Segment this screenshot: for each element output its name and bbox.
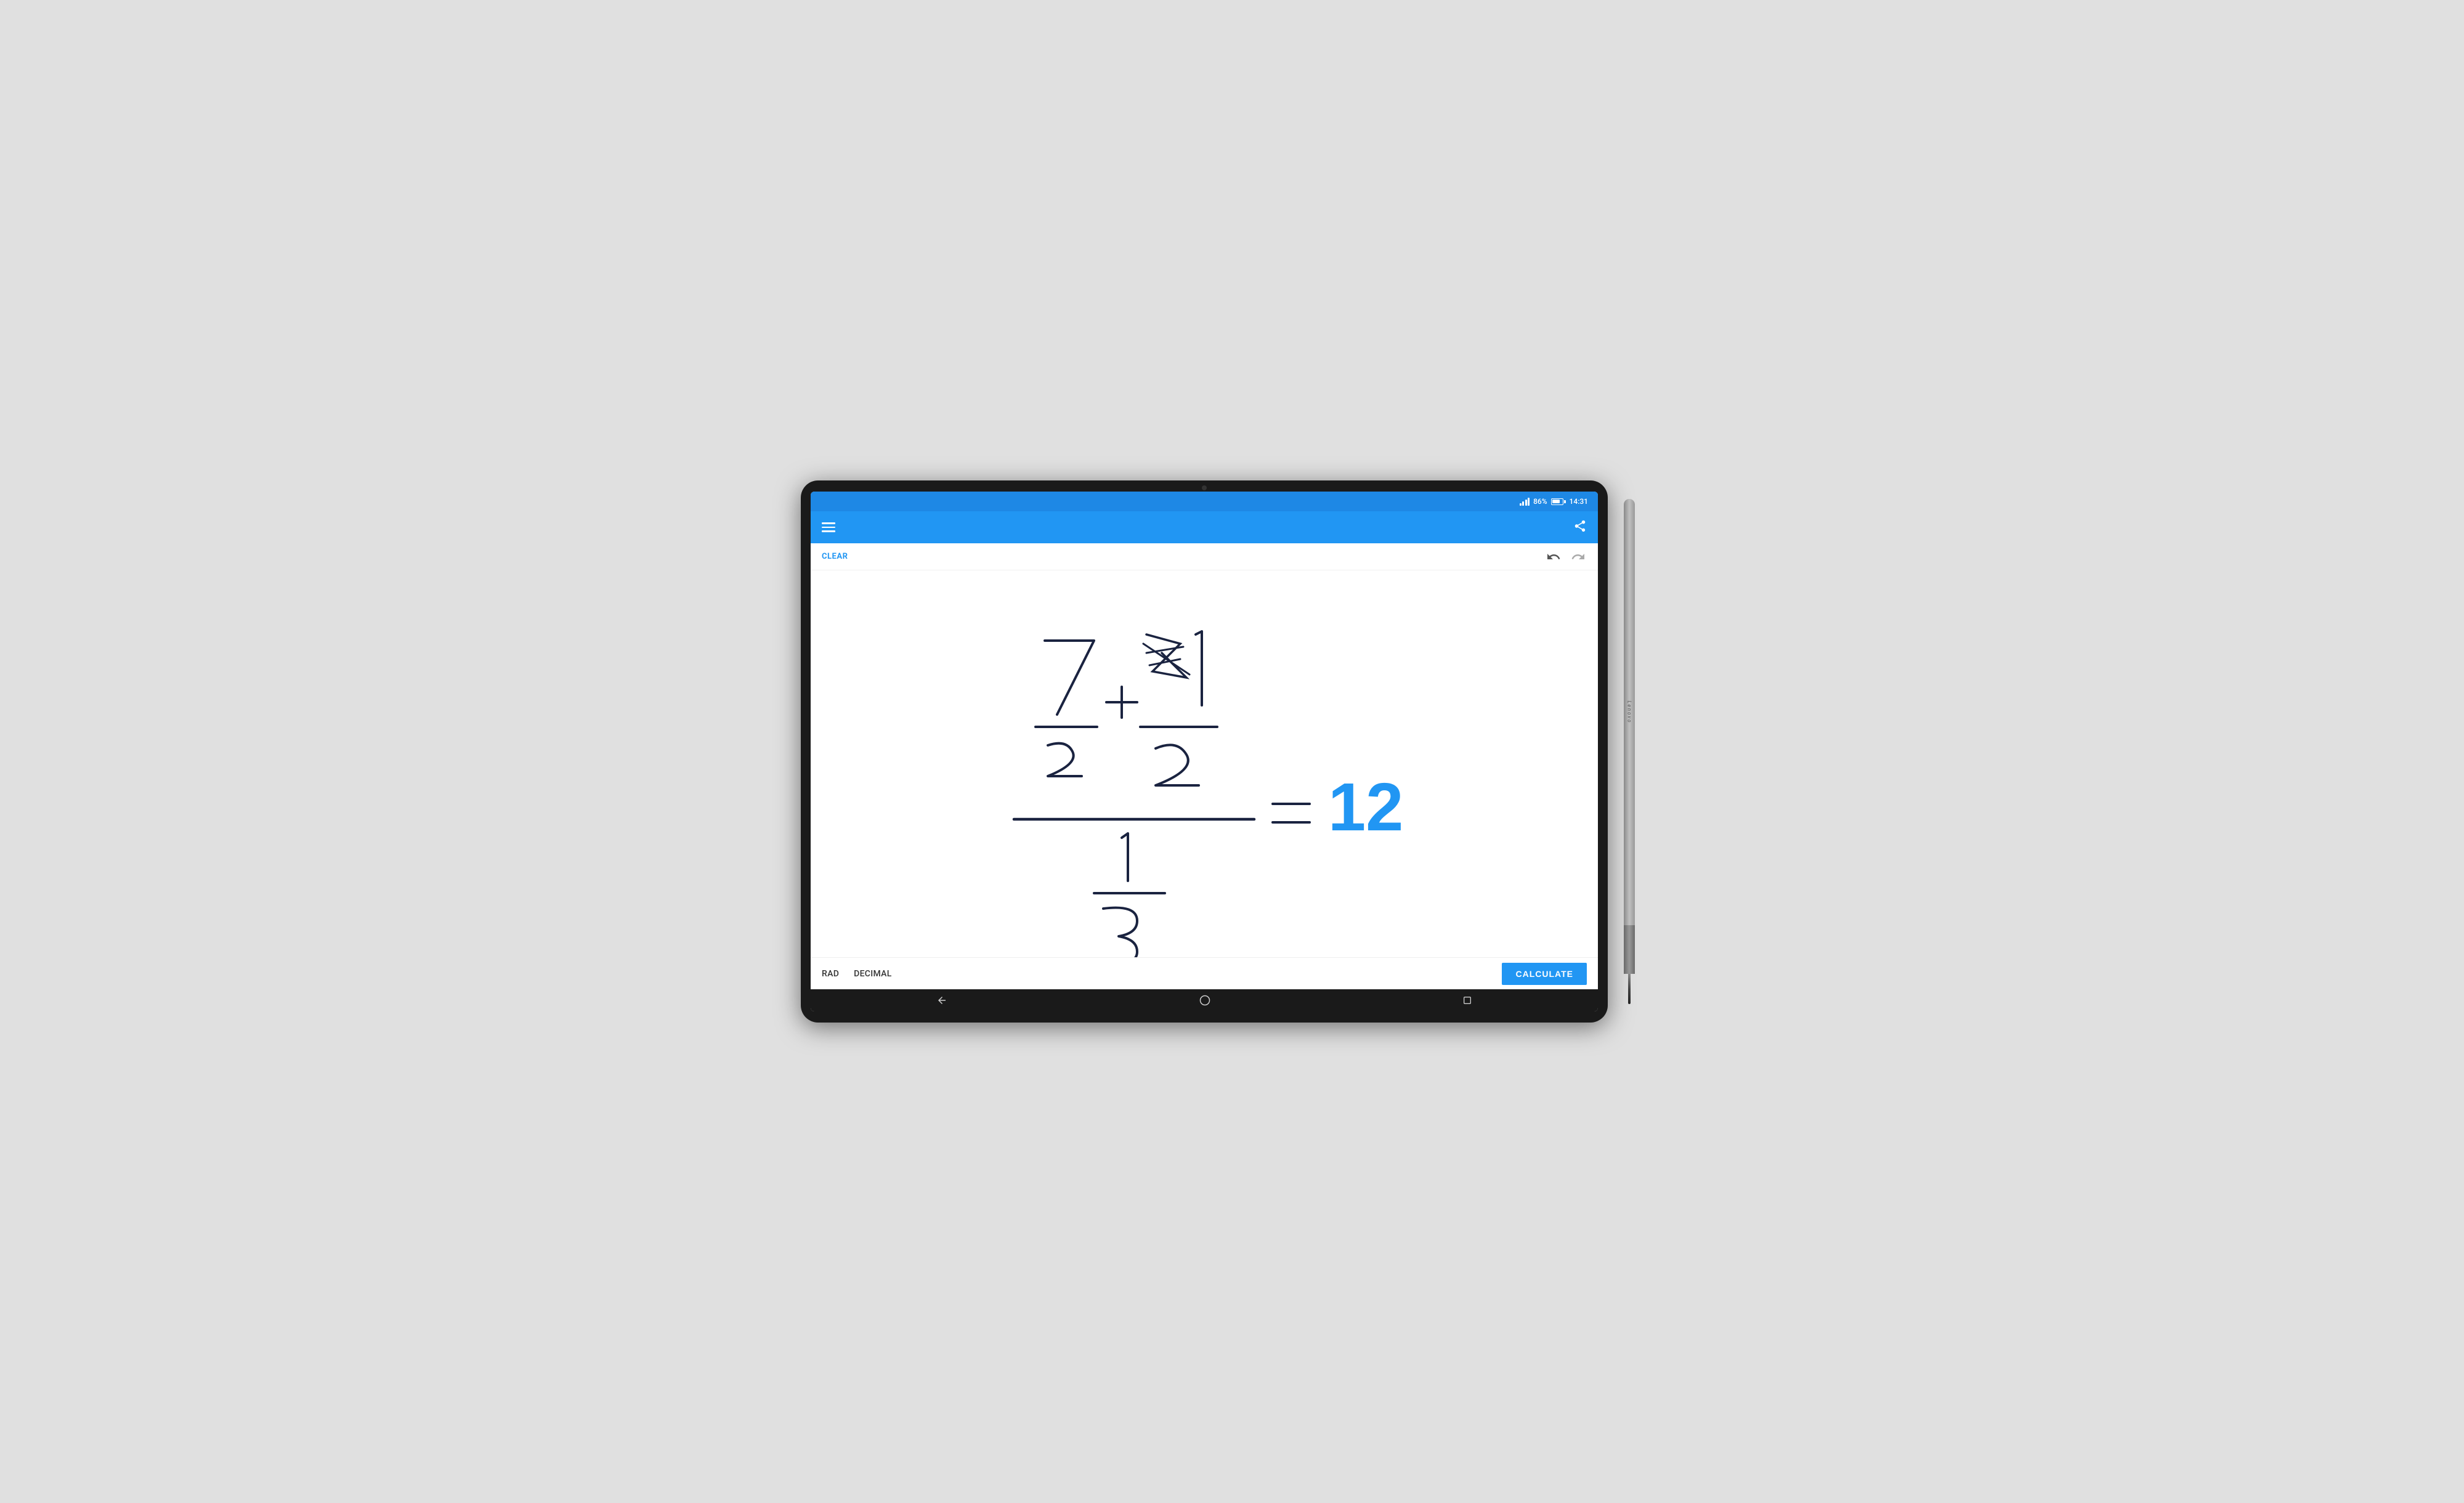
decimal-mode[interactable]: DECIMAL xyxy=(854,969,891,979)
menu-button[interactable] xyxy=(822,522,835,532)
tablet: 86% 14:31 xyxy=(801,480,1608,1023)
stylus: Lenovo xyxy=(1623,499,1636,1004)
share-button[interactable] xyxy=(1573,519,1587,536)
bottom-bar: RAD DECIMAL CALCULATE xyxy=(811,957,1598,989)
scene: 86% 14:31 xyxy=(801,480,1663,1023)
recent-button[interactable] xyxy=(1462,995,1472,1005)
app-bar xyxy=(811,511,1598,543)
undo-redo-group xyxy=(1545,548,1587,565)
clear-button[interactable]: CLEAR xyxy=(822,552,848,561)
stylus-grip xyxy=(1624,925,1635,974)
back-button[interactable] xyxy=(936,995,947,1006)
home-button[interactable] xyxy=(1199,995,1210,1006)
time-display: 14:31 xyxy=(1570,497,1588,506)
canvas-area[interactable]: 12 xyxy=(811,570,1598,957)
battery-icon xyxy=(1551,498,1566,505)
rad-mode[interactable]: RAD xyxy=(822,969,839,979)
nav-bar xyxy=(811,989,1598,1011)
stylus-tip xyxy=(1628,974,1631,1004)
svg-text:12: 12 xyxy=(1328,769,1403,845)
toolbar: CLEAR xyxy=(811,543,1598,570)
status-bar: 86% 14:31 xyxy=(811,492,1598,511)
calculate-button[interactable]: CALCULATE xyxy=(1502,963,1587,985)
undo-button[interactable] xyxy=(1545,548,1562,565)
stylus-body: Lenovo xyxy=(1624,499,1635,925)
tablet-screen: 86% 14:31 xyxy=(811,492,1598,1011)
mode-buttons: RAD DECIMAL xyxy=(822,969,892,979)
status-icons: 86% 14:31 xyxy=(1520,497,1588,506)
battery-percent: 86% xyxy=(1533,497,1547,506)
stylus-brand: Lenovo xyxy=(1627,700,1632,723)
signal-icon xyxy=(1520,497,1530,506)
redo-button[interactable] xyxy=(1570,548,1587,565)
